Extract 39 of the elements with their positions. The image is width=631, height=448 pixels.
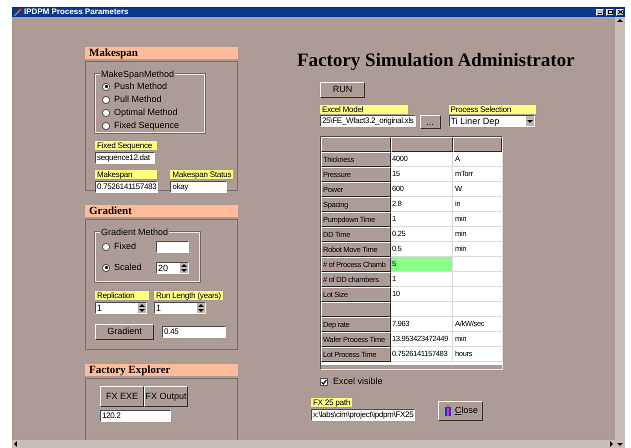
spin-field[interactable]: 1 [154, 302, 206, 314]
input-field[interactable]: okay [170, 181, 228, 193]
input-field[interactable]: sequence12.dat [95, 152, 155, 164]
radio-option[interactable]: Scaled [102, 261, 142, 274]
spin-field[interactable]: 20 [156, 262, 189, 274]
radio-option[interactable]: Optimal Method [102, 106, 204, 119]
run-button[interactable]: RUN [320, 82, 365, 98]
field-label: Run Length (years) [154, 291, 223, 300]
close-button[interactable]: Close [438, 400, 484, 420]
field-label: Makespan [95, 170, 157, 179]
field-label: Excel Model [320, 105, 408, 114]
input-field[interactable]: 25\FE_Wfact3.2_original.xls [320, 115, 416, 127]
field-label: FX 25 path [311, 398, 352, 406]
fx-button[interactable]: FX EXE [100, 386, 144, 407]
input-field[interactable]: x:\labs\cim\project\ipdpm\FX25 [311, 408, 416, 420]
checkbox-label: Excel visible [333, 375, 383, 388]
fx-button[interactable]: FX Output [144, 386, 188, 407]
field-label: Makespan Status [170, 170, 234, 179]
process-dropdown[interactable]: Ti Liner Dep [448, 115, 535, 127]
field-label: Replication [95, 291, 149, 300]
input-field[interactable]: 0.7526141157483 [95, 181, 158, 193]
section-header: Gradient [85, 205, 238, 217]
spin-field[interactable]: 1 [95, 302, 147, 314]
window-title: IPDPM Process Parameters [24, 7, 130, 17]
radio-option[interactable]: Fixed [102, 240, 136, 253]
gradient-button[interactable]: Gradient [95, 324, 154, 340]
section-header: Factory Explorer [85, 364, 238, 376]
field-label: Fixed Sequence [95, 141, 157, 150]
field-label: Process Selection [448, 105, 536, 114]
browse-button[interactable]: ... [420, 115, 441, 129]
section-header: Makespan [85, 47, 238, 59]
radio-option[interactable]: Pull Method [102, 93, 204, 106]
group-title: Gradient Method [100, 227, 170, 237]
input-field[interactable]: 120.2 [100, 410, 171, 422]
radio-option[interactable]: Push Method [102, 80, 204, 93]
radio-option[interactable]: Fixed Sequence [102, 119, 204, 132]
group-title: MakeSpanMethod [100, 69, 176, 79]
page-heading: Factory Simulation Administrator [297, 50, 576, 72]
input-field[interactable]: 0.45 [162, 326, 226, 338]
